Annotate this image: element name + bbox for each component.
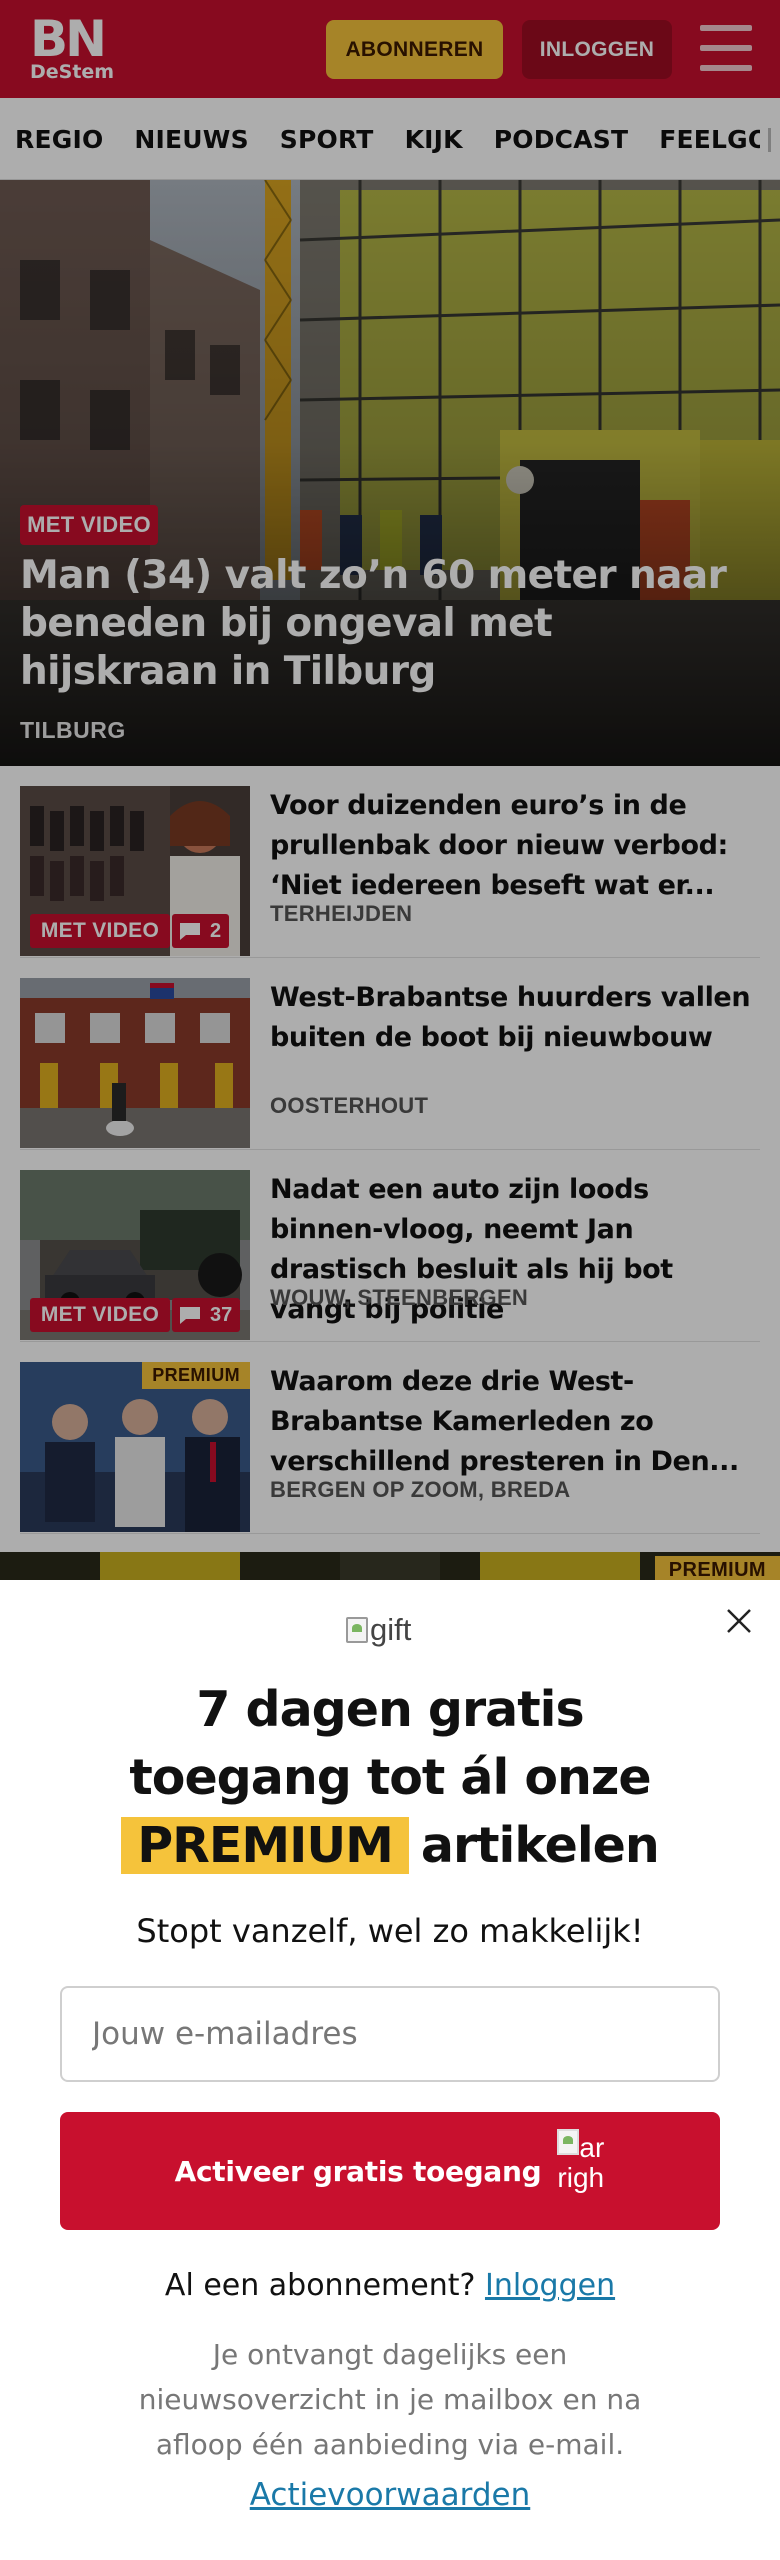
disclaimer-text: Je ontvangt dagelijks een nieuwsoverzich… [138,2338,642,2461]
close-icon[interactable] [724,1606,754,1636]
arrow-right-icon: arro righ [557,2121,605,2221]
headline-line-3: PREMIUM artikelen [0,1812,780,1880]
broken-image-icon [557,2129,580,2155]
headline-line-2: toegang tot ál onze [129,1749,651,1806]
headline-line-3-rest: artikelen [420,1817,660,1874]
headline-line-1: 7 dagen gratis [196,1681,584,1738]
existing-subscription-row: Al een abonnement? Inloggen [0,2268,780,2303]
modal-headline: 7 dagen gratis toegang tot ál onze PREMI… [0,1676,780,1880]
activate-trial-button[interactable]: Activeer gratis toegang arro righ [60,2112,720,2230]
email-field[interactable] [60,1986,720,2082]
gift-alt-text: gift [370,1612,412,1647]
premium-highlight: PREMIUM [121,1817,409,1874]
premium-trial-modal: gift 7 dagen gratis toegang tot ál onze … [0,1580,780,2560]
broken-image-icon [346,1617,368,1643]
modal-subline: Stopt vanzelf, wel zo makkelijk! [136,1912,644,1950]
arrow-alt-text-2: righ [557,2162,605,2193]
terms-link[interactable]: Actievoorwaarden [0,2477,780,2513]
gift-icon: gift [346,1612,411,1648]
activate-trial-label: Activeer gratis toegang [174,2154,542,2188]
modal-backdrop[interactable] [0,0,780,1580]
login-link[interactable]: Inloggen [485,2268,615,2303]
existing-subscription-text: Al een abonnement? [164,2268,485,2303]
